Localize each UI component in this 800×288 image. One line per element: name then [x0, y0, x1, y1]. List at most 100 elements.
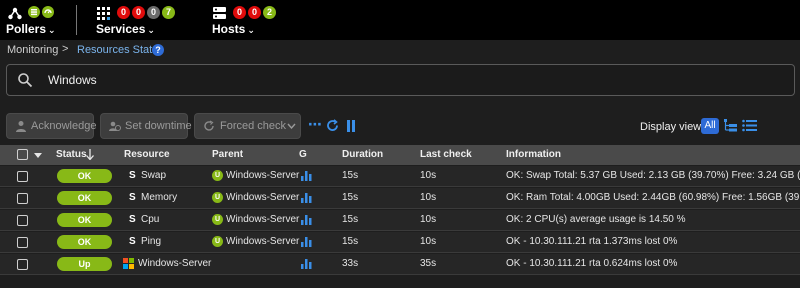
display-view-label: Display view:: [640, 121, 705, 133]
status-badge: OK: [57, 235, 112, 249]
resource-name[interactable]: Memory: [141, 192, 177, 203]
row-checkbox[interactable]: [17, 215, 28, 226]
column-header-graph[interactable]: G: [299, 149, 307, 160]
bar-chart-icon[interactable]: [301, 259, 312, 269]
duration: 15s: [342, 170, 359, 181]
breadcrumb: Monitoring > Resources Status ?: [0, 40, 800, 60]
services-warning-count[interactable]: 0: [132, 6, 145, 19]
service-type-icon: S: [129, 170, 136, 181]
column-header-information[interactable]: Information: [506, 149, 561, 160]
refresh-icon: [204, 120, 214, 131]
row-checkbox[interactable]: [17, 193, 28, 204]
breadcrumb-separator: >: [62, 43, 69, 55]
breadcrumb-resources-status[interactable]: Resources Status: [77, 44, 164, 56]
downtime-icon: [109, 121, 121, 131]
row-checkbox[interactable]: [17, 171, 28, 182]
table-row[interactable]: OK S Swap U Windows-Server 15s 10s OK: S…: [0, 166, 800, 187]
column-header-parent[interactable]: Parent: [212, 149, 243, 160]
more-actions-icon[interactable]: ⋯: [308, 116, 322, 133]
person-icon: [16, 121, 26, 132]
pollers-menu[interactable]: Pollers ⌄: [6, 0, 66, 40]
duration: 33s: [342, 258, 359, 269]
services-critical-count[interactable]: 0: [117, 6, 130, 19]
breadcrumb-monitoring[interactable]: Monitoring: [7, 44, 58, 56]
services-icon: [97, 7, 110, 20]
hosts-menu[interactable]: 0 0 2 Hosts ⌄: [212, 0, 292, 40]
status-badge: OK: [57, 213, 112, 227]
services-menu[interactable]: 0 0 0 7 Services ⌄: [96, 0, 186, 40]
information: OK: Ram Total: 4.00GB Used: 2.44GB (60.9…: [506, 192, 800, 203]
status-badge: OK: [57, 191, 112, 205]
chevron-down-icon[interactable]: [287, 123, 296, 129]
sort-descending-icon[interactable]: [86, 149, 94, 160]
last-check: 10s: [420, 236, 437, 247]
resource-name[interactable]: Cpu: [141, 214, 159, 225]
column-header-status[interactable]: Status: [56, 149, 87, 160]
bar-chart-icon[interactable]: [301, 237, 312, 247]
resource-name[interactable]: Swap: [141, 170, 166, 181]
last-check: 35s: [420, 258, 437, 269]
top-bar: Pollers ⌄ 0 0 0 7 Services ⌄ 0 0 2 Hosts ⌄: [0, 0, 800, 40]
service-type-icon: S: [129, 236, 136, 247]
bar-chart-icon[interactable]: [301, 193, 312, 203]
resource-name[interactable]: Windows-Server: [138, 258, 211, 269]
status-badge: Up: [57, 257, 112, 271]
database-status-icon: [28, 6, 40, 18]
latency-status-icon: [42, 6, 54, 18]
topbar-divider: [76, 5, 77, 35]
resource-name[interactable]: Ping: [141, 236, 161, 247]
hosts-icon: [213, 7, 226, 19]
last-check: 10s: [420, 192, 437, 203]
acknowledge-label: Acknowledge: [31, 120, 97, 132]
forced-check-button[interactable]: Forced check: [194, 113, 301, 139]
parent-status-icon: U: [212, 214, 223, 225]
parent-status-icon: U: [212, 170, 223, 181]
search-value[interactable]: Windows: [48, 73, 97, 87]
forced-check-label: Forced check: [220, 120, 287, 132]
set-downtime-button[interactable]: Set downtime: [100, 113, 192, 139]
parent-name[interactable]: Windows-Server: [226, 214, 299, 225]
display-view-all-button[interactable]: All: [701, 118, 719, 134]
pause-icon[interactable]: [346, 120, 356, 132]
row-checkbox[interactable]: [17, 237, 28, 248]
parent-name[interactable]: Windows-Server: [226, 236, 299, 247]
parent-name[interactable]: Windows-Server: [226, 192, 299, 203]
services-ok-count[interactable]: 7: [162, 6, 175, 19]
bar-chart-icon[interactable]: [301, 215, 312, 225]
hosts-unreachable-count[interactable]: 0: [248, 6, 261, 19]
help-icon[interactable]: ?: [152, 44, 164, 56]
last-check: 10s: [420, 170, 437, 181]
table-row[interactable]: OK S Memory U Windows-Server 15s 10s OK:…: [0, 188, 800, 209]
hosts-label: Hosts ⌄: [212, 22, 255, 36]
column-header-duration[interactable]: Duration: [342, 149, 383, 160]
display-view-tree-icon[interactable]: [723, 118, 738, 133]
column-header-last-check[interactable]: Last check: [420, 149, 472, 160]
row-checkbox[interactable]: [17, 259, 28, 270]
select-menu-caret-icon[interactable]: [34, 153, 42, 158]
hosts-down-count[interactable]: 0: [233, 6, 246, 19]
information: OK - 10.30.111.21 rta 0.624ms lost 0%: [506, 258, 678, 269]
column-header-resource[interactable]: Resource: [124, 149, 170, 160]
table-header: Status Resource Parent G Duration Last c…: [0, 145, 800, 165]
hosts-up-count[interactable]: 2: [263, 6, 276, 19]
last-check: 10s: [420, 214, 437, 225]
table-row[interactable]: Up Windows-Server 33s 35s OK - 10.30.111…: [0, 254, 800, 275]
parent-name[interactable]: Windows-Server: [226, 170, 299, 181]
services-unknown-count[interactable]: 0: [147, 6, 160, 19]
services-label: Services ⌄: [96, 22, 155, 36]
display-view-list-icon[interactable]: [742, 119, 757, 132]
refresh-list-icon[interactable]: [326, 119, 339, 132]
information: OK - 10.30.111.21 rta 1.373ms lost 0%: [506, 236, 678, 247]
table-row[interactable]: OK S Ping U Windows-Server 15s 10s OK - …: [0, 232, 800, 253]
select-all-checkbox[interactable]: [17, 149, 28, 160]
service-type-icon: S: [129, 214, 136, 225]
acknowledge-button[interactable]: Acknowledge: [6, 113, 97, 139]
search-input[interactable]: Windows: [6, 64, 795, 96]
information: OK: Swap Total: 5.37 GB Used: 2.13 GB (3…: [506, 170, 800, 181]
parent-status-icon: U: [212, 236, 223, 247]
pollers-icon: [8, 7, 22, 20]
table-row[interactable]: OK S Cpu U Windows-Server 15s 10s OK: 2 …: [0, 210, 800, 231]
bar-chart-icon[interactable]: [301, 171, 312, 181]
duration: 15s: [342, 192, 359, 203]
status-badge: OK: [57, 169, 112, 183]
